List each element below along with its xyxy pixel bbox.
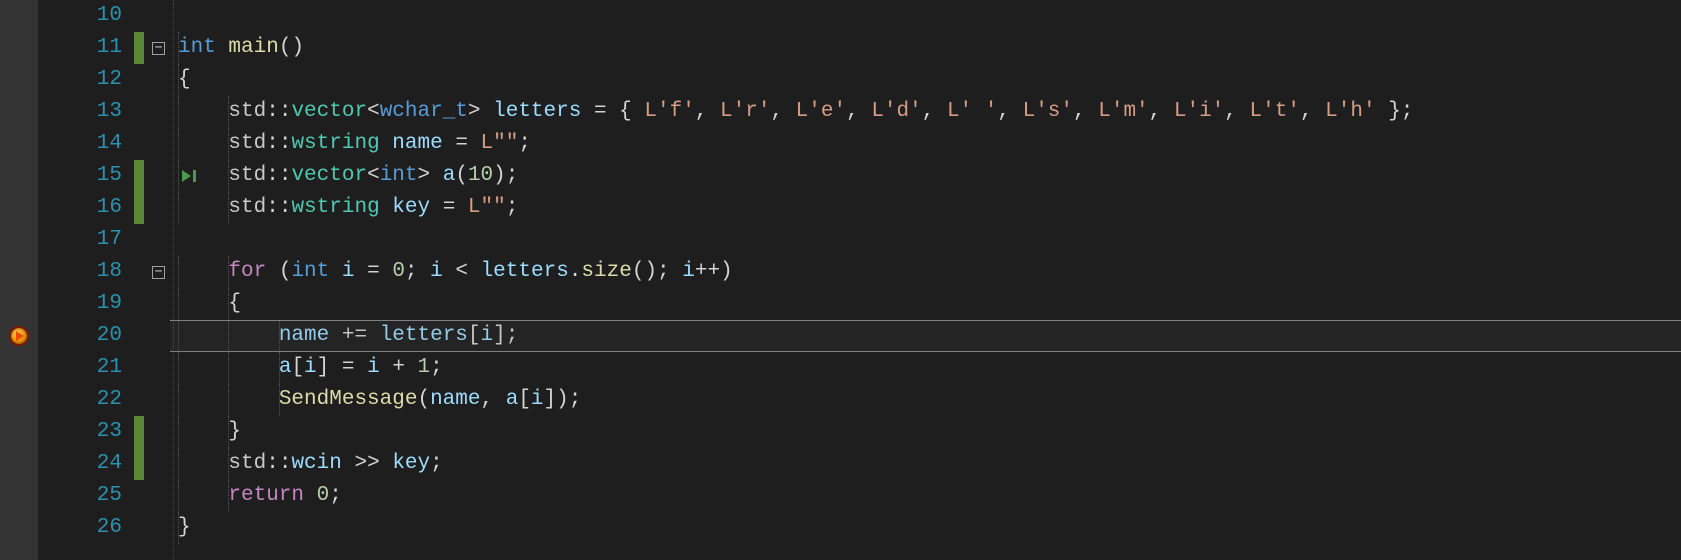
code-area[interactable]: int main(){ std::vector<wchar_t> letters… (174, 0, 1681, 560)
line-number: 14 (38, 128, 130, 160)
code-line[interactable]: { (178, 288, 1681, 320)
change-indicator (134, 32, 144, 64)
code-line[interactable]: name += letters[i]; (178, 320, 1681, 352)
fold-collapse-icon[interactable]: − (152, 42, 165, 55)
line-number: 11 (38, 32, 130, 64)
line-number: 13 (38, 96, 130, 128)
breakpoint-current-icon[interactable] (9, 326, 29, 346)
code-line[interactable]: { (178, 64, 1681, 96)
line-number: 16 (38, 192, 130, 224)
line-number: 21 (38, 352, 130, 384)
change-indicator (134, 416, 144, 480)
line-number: 20 (38, 320, 130, 352)
code-line[interactable] (178, 224, 1681, 256)
code-line[interactable]: std::wcin >> key; (178, 448, 1681, 480)
line-number: 18 (38, 256, 130, 288)
line-number: 23 (38, 416, 130, 448)
code-line[interactable]: } (178, 416, 1681, 448)
run-to-cursor-icon[interactable] (182, 170, 196, 182)
line-number: 22 (38, 384, 130, 416)
breakpoint-gutter[interactable] (0, 0, 38, 560)
code-line[interactable]: } (178, 512, 1681, 544)
code-line[interactable] (178, 0, 1681, 32)
code-line[interactable]: std::vector<int> a(10); (178, 160, 1681, 192)
code-line[interactable]: SendMessage(name, a[i]); (178, 384, 1681, 416)
code-editor: 1011121314151617181920212223242526 −− in… (0, 0, 1681, 560)
line-number: 24 (38, 448, 130, 480)
change-indicator (134, 160, 144, 224)
line-number: 19 (38, 288, 130, 320)
code-line[interactable]: int main() (178, 32, 1681, 64)
line-number: 17 (38, 224, 130, 256)
fold-collapse-icon[interactable]: − (152, 266, 165, 279)
line-number: 10 (38, 0, 130, 32)
line-number: 25 (38, 480, 130, 512)
code-line[interactable]: std::wstring name = L""; (178, 128, 1681, 160)
code-line[interactable]: return 0; (178, 480, 1681, 512)
code-line[interactable]: std::wstring key = L""; (178, 192, 1681, 224)
line-number: 12 (38, 64, 130, 96)
line-number: 26 (38, 512, 130, 544)
fold-gutter: −− (148, 0, 174, 560)
code-line[interactable]: for (int i = 0; i < letters.size(); i++) (178, 256, 1681, 288)
code-line[interactable]: std::vector<wchar_t> letters = { L'f', L… (178, 96, 1681, 128)
change-indicator-gutter (130, 0, 148, 560)
line-number: 15 (38, 160, 130, 192)
line-number-gutter: 1011121314151617181920212223242526 (38, 0, 130, 560)
code-line[interactable]: a[i] = i + 1; (178, 352, 1681, 384)
